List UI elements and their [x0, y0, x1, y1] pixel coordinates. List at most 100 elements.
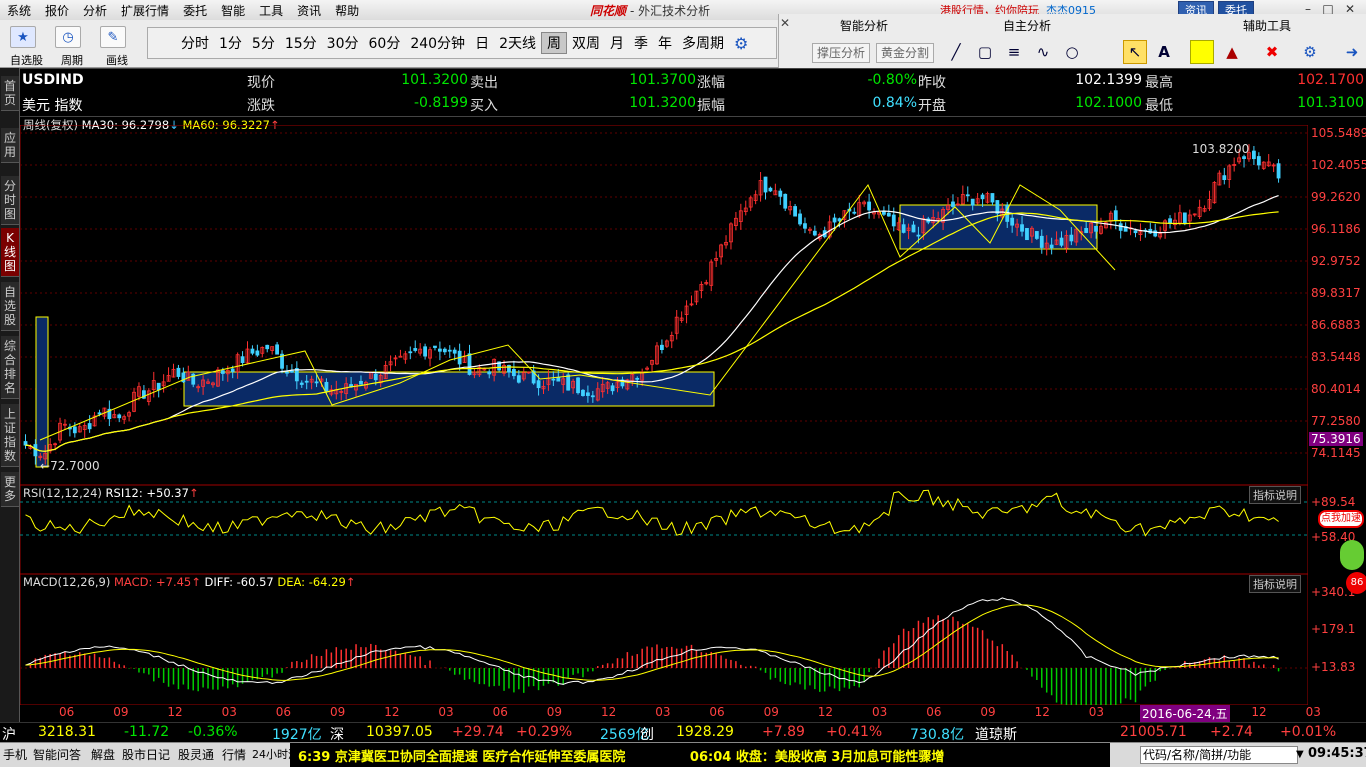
- macd-level-3: +13.83: [1311, 660, 1356, 674]
- sidebar-intraday[interactable]: 分时图: [1, 176, 19, 225]
- candle-body: [586, 392, 590, 396]
- ticker-price: 21005.71: [1120, 724, 1187, 740]
- period-month[interactable]: 月: [605, 33, 629, 53]
- candle-body: [413, 348, 418, 351]
- quote-label: 买入: [470, 98, 498, 114]
- period-label[interactable]: 周期: [61, 52, 83, 68]
- period-15min[interactable]: 15分: [280, 33, 322, 53]
- tool-settings-icon[interactable]: ⚙: [1298, 40, 1322, 64]
- tab-analysis[interactable]: 解盘: [91, 746, 115, 763]
- left-sidebar: 首页 应用 分时图 K线图 自选股 综合排名 上证指数 更多: [0, 68, 20, 742]
- line-tool-icon[interactable]: ╱: [944, 40, 968, 64]
- mascot-icon[interactable]: [1340, 540, 1364, 570]
- candle-body: [551, 378, 556, 381]
- period-week[interactable]: 周: [540, 32, 567, 54]
- period-intraday[interactable]: 分时: [176, 33, 214, 53]
- price-tick: 99.2620: [1311, 190, 1361, 204]
- draw-label[interactable]: 画线: [106, 52, 128, 68]
- news-item-1[interactable]: 6:39 京津冀医卫协同全面提速 医疗合作延伸至委属医院: [298, 750, 625, 765]
- circle-tool-icon[interactable]: ○: [1060, 40, 1084, 64]
- sidebar-watchlist[interactable]: 自选股: [1, 282, 19, 331]
- tab-stock-link[interactable]: 股灵通: [178, 746, 214, 763]
- rect-tool-icon[interactable]: ▢: [973, 40, 997, 64]
- menu-extended[interactable]: 扩展行情: [114, 0, 176, 20]
- current-price-tag: 75.3916: [1309, 432, 1363, 446]
- fib-tool-icon[interactable]: ≡: [1002, 40, 1026, 64]
- panel-close-icon[interactable]: ✕: [780, 16, 790, 30]
- period-30min[interactable]: 30分: [322, 33, 364, 53]
- period-multi[interactable]: 多周期: [677, 33, 729, 53]
- search-dropdown-icon[interactable]: ▼: [1296, 749, 1304, 760]
- macd-up-arrow-icon: ↑: [191, 575, 201, 589]
- period-clock-icon[interactable]: ◷: [55, 26, 81, 48]
- candle-body: [1242, 156, 1246, 159]
- menu-help[interactable]: 帮助: [328, 0, 366, 20]
- sidebar-shanghai[interactable]: 上证指数: [1, 404, 19, 467]
- cursor-tool-icon[interactable]: ↖: [1123, 40, 1147, 64]
- tab-market[interactable]: 行情: [222, 746, 246, 763]
- period-5min[interactable]: 5分: [247, 33, 280, 53]
- candle-body: [437, 348, 442, 352]
- sidebar-kline[interactable]: K线图: [1, 228, 19, 277]
- speed-indicator[interactable]: 86: [1346, 572, 1366, 594]
- tab-mobile[interactable]: 手机: [3, 746, 27, 763]
- period-2week[interactable]: 双周: [567, 33, 605, 53]
- period-day[interactable]: 日: [470, 33, 494, 53]
- arrow-right-icon[interactable]: ➜: [1340, 40, 1364, 64]
- period-1min[interactable]: 1分: [214, 33, 247, 53]
- speedup-badge[interactable]: 点我加速: [1318, 510, 1364, 528]
- candle-body: [1222, 175, 1227, 181]
- period-quarter[interactable]: 季: [629, 33, 653, 53]
- date-tick: 09: [330, 705, 346, 719]
- candle-body: [886, 212, 891, 217]
- news-item-2[interactable]: 06:04 收盘：美股收高 3月加息可能性骤增: [690, 750, 944, 765]
- menu-analysis[interactable]: 分析: [76, 0, 114, 20]
- date-tick: 09: [980, 705, 996, 719]
- menu-news[interactable]: 资讯: [290, 0, 328, 20]
- sidebar-home[interactable]: 首页: [1, 76, 19, 111]
- golden-ratio-button[interactable]: 黄金分割: [876, 43, 935, 63]
- menu-smart[interactable]: 智能: [214, 0, 252, 20]
- delete-icon[interactable]: ✖: [1260, 40, 1284, 64]
- text-tool-icon[interactable]: A: [1152, 40, 1176, 64]
- news-scroll[interactable]: 6:39 京津冀医卫协同全面提速 医疗合作延伸至委属医院 06:04 收盘：美股…: [290, 743, 1110, 767]
- wave-tool-icon[interactable]: ∿: [1031, 40, 1055, 64]
- kline-chart[interactable]: [20, 125, 1308, 705]
- color-picker-icon[interactable]: [1190, 40, 1214, 64]
- rsi-help-button[interactable]: 指标说明: [1249, 486, 1301, 504]
- tab-qa[interactable]: 智能问答: [33, 746, 81, 763]
- watchlist-label[interactable]: 自选股: [10, 52, 43, 68]
- settings-gear-icon[interactable]: ⚙: [729, 34, 753, 53]
- sidebar-apps[interactable]: 应用: [1, 128, 19, 163]
- low-label-arrow: ←72.7000: [40, 459, 100, 473]
- draw-pen-icon[interactable]: ✎: [100, 26, 126, 48]
- tab-diary[interactable]: 股市日记: [122, 746, 170, 763]
- period-240min[interactable]: 240分钟: [405, 33, 470, 53]
- period-60min[interactable]: 60分: [364, 33, 406, 53]
- period-2day[interactable]: 2天线: [494, 33, 541, 53]
- macd-help-button[interactable]: 指标说明: [1249, 575, 1301, 593]
- marker-icon[interactable]: ▲: [1220, 40, 1244, 64]
- watchlist-star-icon[interactable]: ★: [10, 26, 36, 48]
- consolidation-box: [183, 371, 715, 407]
- menu-system[interactable]: 系统: [0, 0, 38, 20]
- menu-trade[interactable]: 委托: [176, 0, 214, 20]
- candle-body: [1039, 235, 1044, 248]
- sidebar-more[interactable]: 更多: [1, 472, 19, 507]
- menu-tools[interactable]: 工具: [252, 0, 290, 20]
- support-resistance-button[interactable]: 撑压分析: [812, 43, 871, 63]
- macd-level-2: +179.1: [1311, 622, 1356, 636]
- candle-body: [265, 344, 270, 350]
- sidebar-ranking[interactable]: 综合排名: [1, 336, 19, 399]
- candle-body: [812, 230, 817, 236]
- period-year[interactable]: 年: [653, 33, 677, 53]
- macd-value: MACD: +7.45: [114, 575, 192, 589]
- price-tick: 105.5489: [1311, 126, 1366, 140]
- candle-body: [1133, 230, 1138, 234]
- candle-body: [1020, 224, 1024, 232]
- quote-label: 卖出: [470, 75, 498, 91]
- code-search-input[interactable]: 代码/名称/简拼/功能: [1140, 746, 1298, 764]
- menu-quote[interactable]: 报价: [38, 0, 76, 20]
- candle-body: [536, 380, 541, 389]
- rsi-label: RSI(12,12,24): [23, 486, 102, 500]
